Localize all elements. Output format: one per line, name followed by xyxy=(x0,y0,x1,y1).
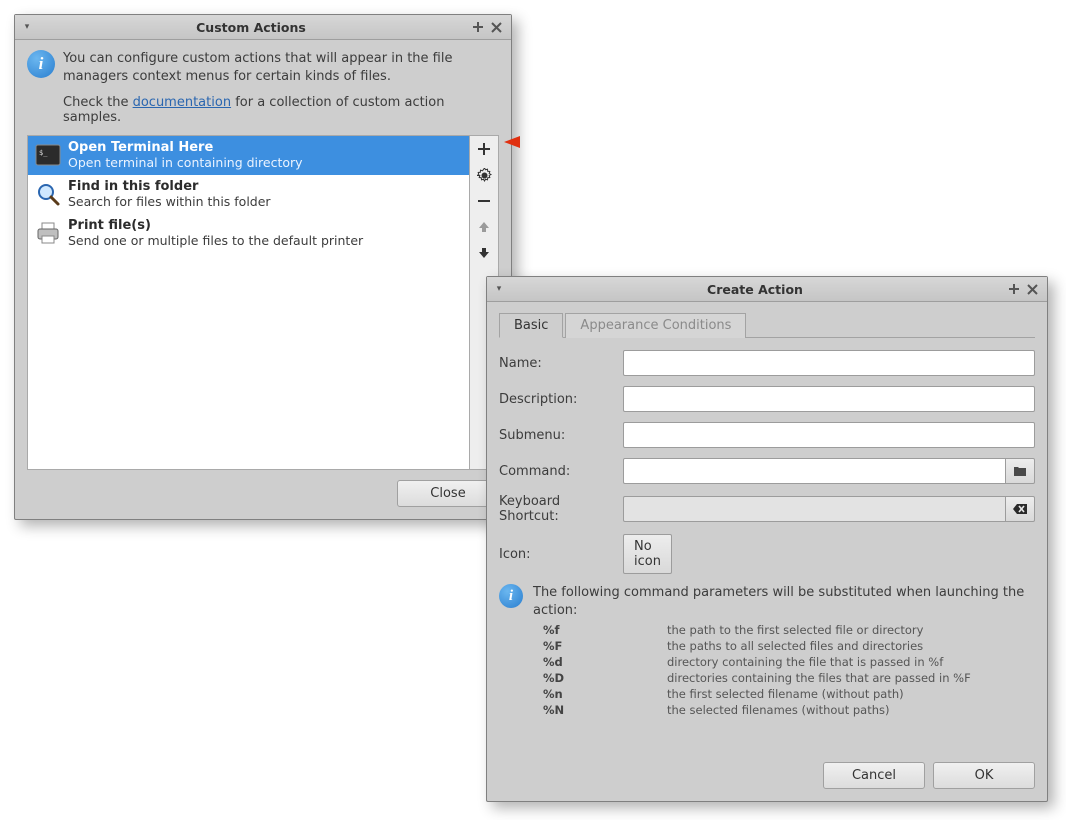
param-row: %Ddirectories containing the files that … xyxy=(543,671,1035,685)
no-icon-button[interactable]: No icon xyxy=(623,534,672,574)
custom-actions-window: ▾ Custom Actions i You can configure cus… xyxy=(14,14,512,520)
label-name: Name: xyxy=(499,356,623,371)
window-body: Basic Appearance Conditions Name: Descri… xyxy=(487,302,1047,801)
action-item-print-files[interactable]: Print file(s) Send one or multiple files… xyxy=(28,214,469,253)
param-row: %Nthe selected filenames (without paths) xyxy=(543,703,1035,717)
form-row-command: Command: xyxy=(499,458,1035,484)
doc-prefix: Check the xyxy=(63,95,133,110)
param-value: the paths to all selected files and dire… xyxy=(667,639,923,653)
info-icon: i xyxy=(499,584,523,608)
action-item-texts: Open Terminal Here Open terminal in cont… xyxy=(68,140,303,170)
close-button[interactable]: Close xyxy=(397,480,499,507)
button-row: Close xyxy=(27,480,499,507)
plus-icon[interactable] xyxy=(469,18,487,36)
keyboard-shortcut-input[interactable] xyxy=(623,496,1006,522)
params-intro: The following command parameters will be… xyxy=(533,584,1035,619)
param-key: %F xyxy=(543,639,667,653)
action-list: $_ Open Terminal Here Open terminal in c… xyxy=(28,136,469,469)
label-icon: Icon: xyxy=(499,547,623,562)
magnifier-icon xyxy=(34,180,62,208)
button-row: Cancel OK xyxy=(499,762,1035,789)
param-row: %Fthe paths to all selected files and di… xyxy=(543,639,1035,653)
info-row: i You can configure custom actions that … xyxy=(27,50,499,85)
action-item-title: Print file(s) xyxy=(68,218,363,233)
titlebar: ▾ Custom Actions xyxy=(15,15,511,40)
command-input[interactable] xyxy=(623,458,1006,484)
documentation-link[interactable]: documentation xyxy=(133,95,231,110)
edit-action-button[interactable] xyxy=(471,162,497,188)
ok-button[interactable]: OK xyxy=(933,762,1035,789)
form-row-submenu: Submenu: xyxy=(499,422,1035,448)
move-up-button[interactable] xyxy=(471,214,497,240)
submenu-input[interactable] xyxy=(623,422,1035,448)
params-table: %fthe path to the first selected file or… xyxy=(543,623,1035,717)
param-value: directory containing the file that is pa… xyxy=(667,655,943,669)
titlebar: ▾ Create Action xyxy=(487,277,1047,302)
window-body: i You can configure custom actions that … xyxy=(15,40,511,519)
tabs: Basic Appearance Conditions xyxy=(499,312,1035,338)
label-command: Command: xyxy=(499,464,623,479)
close-icon[interactable] xyxy=(487,18,505,36)
action-item-open-terminal[interactable]: $_ Open Terminal Here Open terminal in c… xyxy=(28,136,469,175)
svg-text:$_: $_ xyxy=(39,149,48,157)
tab-appearance-conditions[interactable]: Appearance Conditions xyxy=(565,313,746,338)
backspace-icon xyxy=(1013,503,1028,515)
documentation-line: Check the documentation for a collection… xyxy=(63,95,499,125)
param-row: %nthe first selected filename (without p… xyxy=(543,687,1035,701)
clear-shortcut-button[interactable] xyxy=(1006,496,1035,522)
params-info-row: i The following command parameters will … xyxy=(499,584,1035,619)
close-icon[interactable] xyxy=(1023,280,1041,298)
action-item-texts: Print file(s) Send one or multiple files… xyxy=(68,218,363,248)
param-key: %f xyxy=(543,623,667,637)
tab-basic[interactable]: Basic xyxy=(499,313,563,338)
action-item-desc: Open terminal in containing directory xyxy=(68,155,303,170)
param-key: %N xyxy=(543,703,667,717)
window-menu-icon[interactable]: ▾ xyxy=(493,284,505,294)
param-value: directories containing the files that ar… xyxy=(667,671,971,685)
action-item-desc: Search for files within this folder xyxy=(68,194,271,209)
remove-action-button[interactable] xyxy=(471,188,497,214)
form-row-description: Description: xyxy=(499,386,1035,412)
form-row-icon: Icon: No icon xyxy=(499,534,1035,574)
window-title: Create Action xyxy=(505,282,1005,297)
action-item-texts: Find in this folder Search for files wit… xyxy=(68,179,271,209)
action-item-title: Open Terminal Here xyxy=(68,140,303,155)
param-row: %fthe path to the first selected file or… xyxy=(543,623,1035,637)
param-value: the selected filenames (without paths) xyxy=(667,703,890,717)
info-text: You can configure custom actions that wi… xyxy=(63,50,499,85)
name-input[interactable] xyxy=(623,350,1035,376)
label-description: Description: xyxy=(499,392,623,407)
param-key: %n xyxy=(543,687,667,701)
action-list-frame: $_ Open Terminal Here Open terminal in c… xyxy=(27,135,499,470)
terminal-icon: $_ xyxy=(34,141,62,169)
form-row-name: Name: xyxy=(499,350,1035,376)
folder-icon xyxy=(1013,465,1027,477)
window-menu-icon[interactable]: ▾ xyxy=(21,22,33,32)
description-input[interactable] xyxy=(623,386,1035,412)
param-value: the first selected filename (without pat… xyxy=(667,687,904,701)
action-item-desc: Send one or multiple files to the defaul… xyxy=(68,233,363,248)
info-icon: i xyxy=(27,50,55,78)
arrow-annotation xyxy=(502,132,602,152)
action-item-find-in-folder[interactable]: Find in this folder Search for files wit… xyxy=(28,175,469,214)
param-key: %d xyxy=(543,655,667,669)
param-key: %D xyxy=(543,671,667,685)
label-keyboard-shortcut: Keyboard Shortcut: xyxy=(499,494,623,524)
create-action-window: ▾ Create Action Basic Appearance Conditi… xyxy=(486,276,1048,802)
window-title: Custom Actions xyxy=(33,20,469,35)
action-item-title: Find in this folder xyxy=(68,179,271,194)
plus-icon[interactable] xyxy=(1005,280,1023,298)
move-down-button[interactable] xyxy=(471,240,497,266)
add-action-button[interactable] xyxy=(471,136,497,162)
param-row: %ddirectory containing the file that is … xyxy=(543,655,1035,669)
form: Name: Description: Submenu: Command: xyxy=(499,350,1035,752)
cancel-button[interactable]: Cancel xyxy=(823,762,925,789)
printer-icon xyxy=(34,219,62,247)
form-row-keyboard-shortcut: Keyboard Shortcut: xyxy=(499,494,1035,524)
browse-command-button[interactable] xyxy=(1006,458,1035,484)
param-value: the path to the first selected file or d… xyxy=(667,623,923,637)
label-submenu: Submenu: xyxy=(499,428,623,443)
